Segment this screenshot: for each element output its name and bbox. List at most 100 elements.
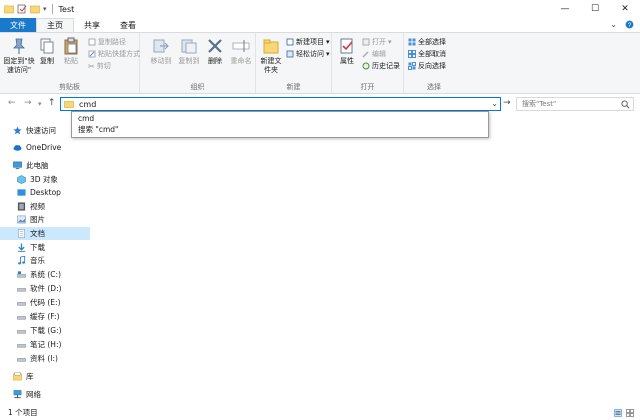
cut-button[interactable]: ✂ 剪切 bbox=[88, 61, 111, 71]
sidebar-item-onedrive[interactable]: OneDrive bbox=[0, 141, 90, 154]
clipboard-group: 固定到"快速访问" 复制 粘贴 复制路径 粘贴快捷方式 ✂ 剪切 剪贴板 bbox=[0, 33, 140, 93]
open-button[interactable]: 打开 ▾ bbox=[362, 37, 392, 47]
properties-icon[interactable] bbox=[17, 4, 27, 14]
sidebar-item-drive-c[interactable]: 系统 (C:) bbox=[0, 268, 90, 281]
select-group: 全部选择 全部取消 反向选择 选择 bbox=[404, 33, 464, 93]
drive-icon bbox=[17, 344, 26, 348]
address-input[interactable]: cmd bbox=[79, 100, 96, 109]
copy-to-icon bbox=[181, 39, 197, 54]
close-button[interactable]: ✕ bbox=[610, 0, 640, 18]
up-arrow-icon[interactable]: ↑ bbox=[48, 98, 56, 108]
navigation-pane: 快速访问 OneDrive 此电脑 3D 对象 Desktop 视频 图片 文档… bbox=[0, 118, 90, 405]
tab-file[interactable]: 文件 bbox=[0, 18, 36, 32]
details-view-icon[interactable] bbox=[614, 409, 622, 417]
paste-shortcut-button[interactable]: 粘贴快捷方式 bbox=[88, 49, 140, 59]
delete-icon bbox=[208, 39, 222, 53]
group-label-organize: 组织 bbox=[190, 83, 205, 91]
new-folder-icon[interactable] bbox=[30, 4, 40, 14]
sidebar-item-drive-e[interactable]: 代码 (E:) bbox=[0, 296, 90, 309]
sidebar-item-3d-objects[interactable]: 3D 对象 bbox=[0, 173, 90, 186]
sidebar-item-drive-h[interactable]: 笔记 (H:) bbox=[0, 338, 90, 351]
ribbon: 固定到"快速访问" 复制 粘贴 复制路径 粘贴快捷方式 ✂ 剪切 剪贴板 移动到 bbox=[0, 32, 640, 94]
file-list-pane[interactable] bbox=[90, 118, 640, 405]
invert-selection-icon bbox=[408, 62, 416, 70]
computer-icon bbox=[13, 161, 22, 170]
sidebar-item-desktop[interactable]: Desktop bbox=[0, 186, 90, 199]
sidebar-item-videos[interactable]: 视频 bbox=[0, 200, 90, 213]
cube-icon bbox=[17, 175, 26, 184]
sidebar-item-downloads[interactable]: 下载 bbox=[0, 241, 90, 254]
pin-quick-access-button[interactable]: 固定到"快速访问" bbox=[2, 37, 36, 75]
sidebar-item-drive-f[interactable]: 缓存 (F:) bbox=[0, 310, 90, 323]
group-label-new: 新建 bbox=[286, 83, 301, 91]
invert-selection-button[interactable]: 反向选择 bbox=[408, 61, 446, 71]
new-item-button[interactable]: 新建项目 ▾ bbox=[286, 37, 330, 47]
new-group: 新建文件夹 新建项目 ▾ 轻松访问 ▾ 新建 bbox=[256, 33, 332, 93]
delete-button[interactable]: 删除 bbox=[204, 37, 226, 66]
new-folder-button[interactable]: 新建文件夹 bbox=[258, 37, 284, 75]
chevron-down-icon[interactable]: ⌄ bbox=[610, 20, 617, 29]
sidebar-item-this-pc[interactable]: 此电脑 bbox=[0, 159, 90, 172]
help-icon[interactable]: ? bbox=[625, 20, 634, 29]
select-none-button[interactable]: 全部取消 bbox=[408, 49, 446, 59]
history-icon bbox=[362, 62, 370, 70]
sidebar-item-drive-g[interactable]: 下载 (G:) bbox=[0, 324, 90, 337]
desktop-icon bbox=[17, 189, 26, 196]
edit-button[interactable]: 编辑 bbox=[362, 49, 386, 59]
address-bar[interactable]: cmd ⌄ bbox=[60, 97, 501, 111]
window-controls: — ☐ ✕ bbox=[550, 0, 640, 18]
history-button[interactable]: 历史记录 bbox=[362, 61, 400, 71]
window-title: Test bbox=[58, 4, 75, 14]
status-bar: 1 个项目 bbox=[0, 405, 640, 420]
back-arrow-icon[interactable]: ← bbox=[8, 98, 16, 108]
minimize-button[interactable]: — bbox=[550, 0, 580, 18]
sidebar-item-music[interactable]: 音乐 bbox=[0, 254, 90, 267]
rename-button[interactable]: 重命名 bbox=[228, 37, 254, 66]
sidebar-item-documents[interactable]: 文档 bbox=[0, 227, 90, 240]
sidebar-item-libraries[interactable]: 库 bbox=[0, 370, 90, 383]
maximize-button[interactable]: ☐ bbox=[580, 0, 610, 18]
easy-access-button[interactable]: 轻松访问 ▾ bbox=[286, 49, 330, 59]
autocomplete-item[interactable]: cmd bbox=[72, 113, 488, 124]
search-box[interactable]: 搜索"Test" bbox=[516, 97, 634, 111]
divider bbox=[51, 4, 53, 14]
copy-path-button[interactable]: 复制路径 bbox=[88, 37, 126, 47]
paste-button[interactable]: 粘贴 bbox=[60, 37, 82, 66]
cloud-icon bbox=[13, 145, 22, 151]
copy-button[interactable]: 复制 bbox=[36, 37, 58, 66]
scissors-icon: ✂ bbox=[88, 61, 95, 71]
autocomplete-item[interactable]: 搜索 "cmd" bbox=[72, 124, 488, 135]
sidebar-item-drive-d[interactable]: 软件 (D:) bbox=[0, 282, 90, 295]
copy-to-button[interactable]: 复制到 bbox=[176, 37, 202, 66]
ribbon-tabs: 文件 主页 共享 查看 ⌄ ? bbox=[0, 18, 640, 32]
sidebar-item-pictures[interactable]: 图片 bbox=[0, 213, 90, 226]
star-icon bbox=[13, 126, 22, 135]
recent-locations-icon[interactable]: ▾ bbox=[38, 100, 42, 108]
chevron-down-icon[interactable]: ⌄ bbox=[491, 99, 498, 108]
select-all-button[interactable]: 全部选择 bbox=[408, 37, 446, 47]
drive-icon bbox=[17, 288, 26, 292]
search-icon bbox=[621, 100, 630, 109]
large-icons-view-icon[interactable] bbox=[626, 409, 634, 417]
move-to-button[interactable]: 移动到 bbox=[148, 37, 174, 66]
sidebar-item-drive-i[interactable]: 资料 (I:) bbox=[0, 352, 90, 365]
move-icon bbox=[153, 39, 169, 53]
download-icon bbox=[17, 243, 26, 252]
go-arrow-icon[interactable]: → bbox=[503, 98, 511, 108]
library-icon bbox=[13, 372, 22, 381]
autocomplete-dropdown: cmd 搜索 "cmd" bbox=[71, 111, 489, 138]
search-input[interactable]: 搜索"Test" bbox=[522, 99, 556, 109]
copy-path-icon bbox=[88, 38, 96, 46]
sidebar-item-network[interactable]: 网络 bbox=[0, 388, 90, 401]
folder-icon bbox=[4, 5, 14, 14]
tab-share[interactable]: 共享 bbox=[74, 18, 110, 32]
chevron-down-icon: ▾ bbox=[326, 38, 330, 46]
customize-qat-icon[interactable]: ▾ bbox=[43, 5, 47, 13]
drive-icon bbox=[17, 302, 26, 306]
drive-icon bbox=[17, 330, 26, 334]
tab-view[interactable]: 查看 bbox=[110, 18, 146, 32]
forward-arrow-icon[interactable]: → bbox=[24, 98, 32, 108]
svg-text:?: ? bbox=[628, 22, 632, 29]
properties-button[interactable]: 属性 bbox=[334, 37, 360, 66]
tab-home[interactable]: 主页 bbox=[36, 18, 74, 32]
